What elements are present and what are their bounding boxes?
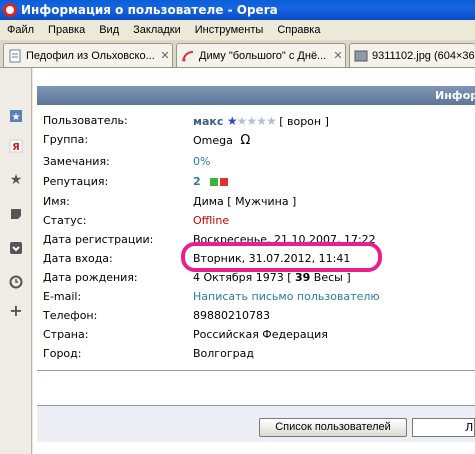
phone-value: 89880210783 <box>193 309 270 322</box>
tab-1[interactable]: Педофил из Ольховско... ✕ <box>3 43 173 67</box>
warnings-value[interactable]: 0% <box>193 155 210 168</box>
history-icon[interactable] <box>8 274 24 290</box>
tab-1-close-icon[interactable]: ✕ <box>158 49 172 62</box>
footer-bar: Список пользователей Л <box>37 405 475 442</box>
rep-plus-icon[interactable] <box>210 178 219 186</box>
row-warnings: Замечания: 0% <box>43 155 473 171</box>
rep-minus-icon[interactable] <box>220 178 229 186</box>
tab-3[interactable]: 9311102.jpg (604×36 <box>349 43 475 67</box>
menu-edit[interactable]: Правка <box>41 24 92 36</box>
city-label: Город: <box>43 347 82 360</box>
row-user: Пользователь: макс ★★★★★ [ ворон ] <box>43 114 473 130</box>
omega-icon: Ω <box>240 133 251 148</box>
reputation-count[interactable]: 2 <box>193 175 201 188</box>
reputation-label: Репутация: <box>43 175 109 188</box>
name-value: Дима [ Мужчина ] <box>193 195 297 208</box>
tab-2-label: Диму "большого" с Днё... <box>199 49 327 62</box>
row-email: E-mail: Написать письмо пользователю <box>43 290 473 306</box>
divider <box>37 370 475 371</box>
search-user-input[interactable]: Л <box>412 418 475 437</box>
svg-text:★: ★ <box>12 112 21 123</box>
rating-stars-icon: ★★★★★ <box>226 114 277 128</box>
page-icon <box>9 49 21 62</box>
country-label: Страна: <box>43 328 89 341</box>
group-value: Omega Ω <box>193 133 250 148</box>
add-panel-icon[interactable]: + <box>8 301 24 320</box>
downloads-icon[interactable] <box>8 240 24 256</box>
notes-icon[interactable] <box>8 206 24 222</box>
row-country: Страна: Российская Федерация <box>43 328 473 344</box>
menu-view[interactable]: Вид <box>92 24 126 36</box>
menu-bookmarks[interactable]: Закладки <box>126 24 188 36</box>
row-city: Город: Волгоград <box>43 347 473 363</box>
menu-file[interactable]: Файл <box>0 24 41 36</box>
tab-1-label: Педофил из Ольховско... <box>26 49 155 62</box>
registration-label: Дата регистрации: <box>43 233 154 246</box>
window-title: Информация о пользователе - Opera <box>21 3 278 17</box>
user-value: макс ★★★★★ [ ворон ] <box>193 114 329 128</box>
phone-label: Телефон: <box>43 309 98 322</box>
user-name-link[interactable]: макс <box>193 115 223 128</box>
user-rank: [ ворон ] <box>279 115 329 128</box>
status-value: Offline <box>193 214 230 227</box>
menu-tools[interactable]: Инструменты <box>188 24 271 36</box>
highlight-circle <box>181 242 382 272</box>
menu-help[interactable]: Справка <box>270 24 327 36</box>
birthdate-sign: Весы ] <box>313 271 351 284</box>
user-label: Пользователь: <box>43 114 128 127</box>
birthdate-date: 4 Октября 1973 [ <box>193 271 292 284</box>
svg-text:Я: Я <box>12 142 20 153</box>
group-label: Группа: <box>43 133 89 146</box>
group-name: Omega <box>193 134 233 147</box>
warnings-label: Замечания: <box>43 155 110 168</box>
row-birthdate: Дата рождения: 4 Октября 1973 [ 39 Весы … <box>43 271 473 287</box>
page-content: Инфор Пользователь: макс ★★★★★ [ ворон ]… <box>33 68 475 454</box>
row-phone: Телефон: 89880210783 <box>43 309 473 325</box>
row-reputation: Репутация: 2 <box>43 175 473 191</box>
birthdate-label: Дата рождения: <box>43 271 138 284</box>
email-link[interactable]: Написать письмо пользователю <box>193 290 380 303</box>
menu-bar: Файл Правка Вид Закладки Инструменты Спр… <box>0 20 475 40</box>
tab-2[interactable]: Диму "большого" с Днё... ✕ <box>176 43 346 67</box>
feed-icon <box>182 50 194 61</box>
image-icon <box>354 50 368 61</box>
birthdate-age: 39 <box>294 271 311 284</box>
window-titlebar: Информация о пользователе - Opera <box>0 0 475 20</box>
opera-logo-icon <box>3 3 17 17</box>
birthdate-value: 4 Октября 1973 [ 39 Весы ] <box>193 271 351 284</box>
reputation-value: 2 <box>193 175 229 188</box>
panel-header: Инфор <box>37 86 475 105</box>
row-name: Имя: Дима [ Мужчина ] <box>43 195 473 211</box>
yandex-icon[interactable]: Я <box>8 138 24 154</box>
tab-3-label: 9311102.jpg (604×36 <box>372 49 475 62</box>
user-list-button[interactable]: Список пользователей <box>259 418 407 437</box>
tab-bar: Педофил из Ольховско... ✕ Диму "большого… <box>0 40 475 68</box>
panel-header-title: Инфор <box>435 89 475 102</box>
country-value: Российская Федерация <box>193 328 328 341</box>
bookmarks-icon[interactable]: ★ <box>8 108 24 124</box>
last-login-label: Дата входа: <box>43 252 113 265</box>
star-icon[interactable]: ★ <box>8 172 24 188</box>
row-group: Группа: Omega Ω <box>43 133 473 149</box>
status-label: Статус: <box>43 214 87 227</box>
name-label: Имя: <box>43 195 70 208</box>
tab-2-close-icon[interactable]: ✕ <box>331 49 345 62</box>
email-label: E-mail: <box>43 290 82 303</box>
city-value: Волгоград <box>193 347 254 360</box>
row-status: Статус: Offline <box>43 214 473 230</box>
side-panel: ★ Я ★ + <box>0 68 32 454</box>
